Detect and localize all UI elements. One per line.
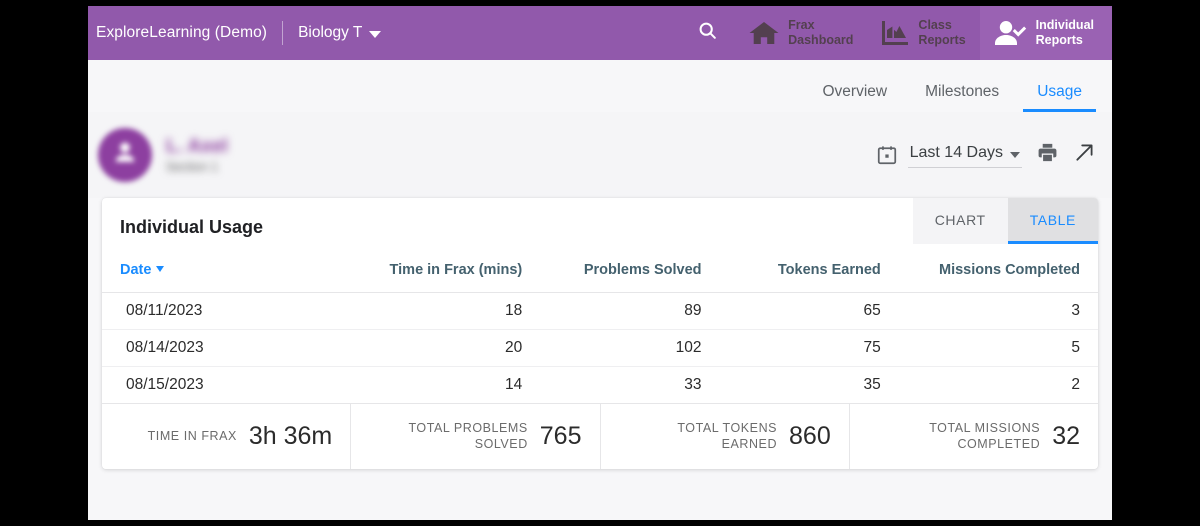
usage-table: Date Time in Frax (mins) Problems Solved… bbox=[102, 256, 1098, 403]
nav-item-individual-reports[interactable]: Individual Reports bbox=[979, 6, 1112, 60]
search-icon bbox=[697, 20, 718, 46]
summary-total-tokens-earned: TOTAL TOKENS EARNED 860 bbox=[599, 404, 849, 469]
summary-total-missions-completed-value: 32 bbox=[1052, 422, 1080, 450]
chart-table-toggle: CHART TABLE bbox=[912, 198, 1098, 244]
nav-item-class-reports-label: Class Reports bbox=[918, 18, 966, 47]
individual-usage-card: Individual Usage CHART TABLE Date Time i… bbox=[102, 198, 1098, 469]
report-toolbar: Last 14 Days bbox=[876, 141, 1096, 169]
avatar bbox=[98, 128, 152, 182]
export-button[interactable] bbox=[1073, 141, 1096, 169]
table-row: 08/11/2023 18 89 65 3 bbox=[102, 292, 1098, 330]
cell-problems-solved: 33 bbox=[684, 376, 702, 393]
column-header-missions-completed[interactable]: Missions Completed bbox=[898, 256, 1098, 293]
primary-nav-items: Frax Dashboard Class Reports Individual … bbox=[679, 6, 1112, 60]
chevron-down-icon bbox=[1010, 151, 1020, 158]
cell-date: 08/15/2023 bbox=[126, 376, 204, 393]
cell-problems-solved: 89 bbox=[540, 292, 720, 330]
cell-time-in-frax: 18 bbox=[360, 292, 541, 330]
print-button[interactable] bbox=[1036, 141, 1059, 169]
summary-total-problems-solved-label: TOTAL PROBLEMS SOLVED bbox=[408, 420, 528, 451]
external-link-arrow-icon bbox=[1073, 141, 1096, 169]
table-row: 08/14/2023 20 102 75 5 bbox=[102, 329, 1098, 367]
summary-total-missions-completed-label: TOTAL MISSIONS COMPLETED bbox=[929, 420, 1041, 451]
cell-tokens-earned: 65 bbox=[719, 292, 899, 330]
summary-total-problems-solved-value: 765 bbox=[539, 422, 582, 450]
column-header-problems-solved[interactable]: Problems Solved bbox=[540, 256, 720, 293]
nav-item-frax-dashboard-label: Frax Dashboard bbox=[788, 18, 854, 47]
column-header-time-in-frax[interactable]: Time in Frax (mins) bbox=[360, 256, 541, 293]
search-button[interactable] bbox=[679, 6, 735, 60]
sort-desc-icon bbox=[156, 266, 165, 272]
cell-tokens-earned: 35 bbox=[863, 376, 881, 393]
column-header-date[interactable]: Date bbox=[102, 256, 361, 293]
summary-total-missions-completed: TOTAL MISSIONS COMPLETED 32 bbox=[848, 404, 1098, 469]
brand-zone: ExploreLearning (Demo) Biology T bbox=[88, 6, 679, 60]
card-header: Individual Usage CHART TABLE bbox=[102, 198, 1098, 256]
cell-date: 08/11/2023 bbox=[102, 292, 361, 330]
report-subtabs: Overview Milestones Usage bbox=[88, 60, 1112, 112]
calendar-icon bbox=[876, 144, 898, 166]
cell-date: 08/14/2023 bbox=[102, 329, 361, 367]
app-viewport: ExploreLearning (Demo) Biology T Frax Da… bbox=[88, 6, 1112, 520]
cell-problems-solved: 102 bbox=[540, 329, 720, 367]
student-name: L. Axel bbox=[166, 135, 228, 157]
usage-summary-row: TIME IN FRAX 3h 36m TOTAL PROBLEMS SOLVE… bbox=[102, 403, 1098, 469]
date-range-label: Last 14 Days bbox=[909, 144, 1003, 161]
nav-item-class-reports[interactable]: Class Reports bbox=[867, 6, 979, 60]
course-picker[interactable]: Biology T bbox=[298, 24, 382, 42]
cell-time-in-frax: 14 bbox=[504, 376, 523, 393]
summary-time-in-frax-label: TIME IN FRAX bbox=[147, 428, 237, 443]
person-check-icon bbox=[994, 20, 1027, 46]
summary-total-tokens-earned-label: TOTAL TOKENS EARNED bbox=[677, 420, 778, 451]
person-avatar-icon bbox=[108, 136, 142, 175]
tab-usage[interactable]: Usage bbox=[1023, 83, 1096, 112]
summary-total-tokens-earned-value: 860 bbox=[789, 422, 831, 450]
column-header-tokens-earned[interactable]: Tokens Earned bbox=[719, 256, 899, 293]
table-body: 08/11/2023 18 89 65 3 08/14/2023 20 102 … bbox=[102, 292, 1098, 404]
brand-divider bbox=[282, 21, 284, 45]
toggle-table-view[interactable]: TABLE bbox=[1007, 198, 1098, 244]
summary-time-in-frax: TIME IN FRAX 3h 36m bbox=[102, 404, 350, 469]
nav-item-individual-reports-label: Individual Reports bbox=[1035, 18, 1094, 47]
summary-total-problems-solved: TOTAL PROBLEMS SOLVED 765 bbox=[350, 404, 599, 469]
date-range-select[interactable]: Last 14 Days bbox=[907, 142, 1022, 168]
nav-item-frax-dashboard[interactable]: Frax Dashboard bbox=[735, 6, 867, 60]
table-row: 08/15/2023 14 33 35 2 bbox=[102, 367, 1098, 404]
student-section: Section 1 bbox=[166, 160, 219, 175]
chevron-down-icon bbox=[369, 30, 382, 38]
cell-missions-completed: 5 bbox=[898, 329, 1098, 367]
table-header-row: Date Time in Frax (mins) Problems Solved… bbox=[102, 256, 1098, 293]
printer-icon bbox=[1036, 141, 1059, 169]
tab-overview[interactable]: Overview bbox=[808, 83, 901, 112]
table-header: Date Time in Frax (mins) Problems Solved… bbox=[102, 256, 1098, 293]
course-picker-label: Biology T bbox=[298, 24, 363, 41]
page-title: Individual Usage bbox=[120, 216, 264, 237]
cell-missions-completed: 3 bbox=[898, 292, 1098, 330]
student-meta: L. Axel Section 1 bbox=[166, 136, 228, 175]
tab-milestones[interactable]: Milestones bbox=[911, 83, 1013, 112]
cell-time-in-frax: 20 bbox=[360, 329, 541, 367]
cell-tokens-earned: 75 bbox=[719, 329, 899, 367]
home-icon bbox=[749, 20, 779, 46]
column-header-date-label: Date bbox=[120, 262, 152, 278]
bar-chart-icon bbox=[881, 20, 909, 46]
toggle-chart-view[interactable]: CHART bbox=[912, 198, 1008, 244]
summary-time-in-frax-value: 3h 36m bbox=[248, 422, 333, 450]
top-navigation-bar: ExploreLearning (Demo) Biology T Frax Da… bbox=[88, 6, 1112, 60]
student-header-strip: L. Axel Section 1 Last 14 Days bbox=[88, 112, 1112, 198]
brand-name: ExploreLearning (Demo) bbox=[96, 24, 268, 41]
cell-missions-completed: 2 bbox=[1071, 376, 1080, 393]
